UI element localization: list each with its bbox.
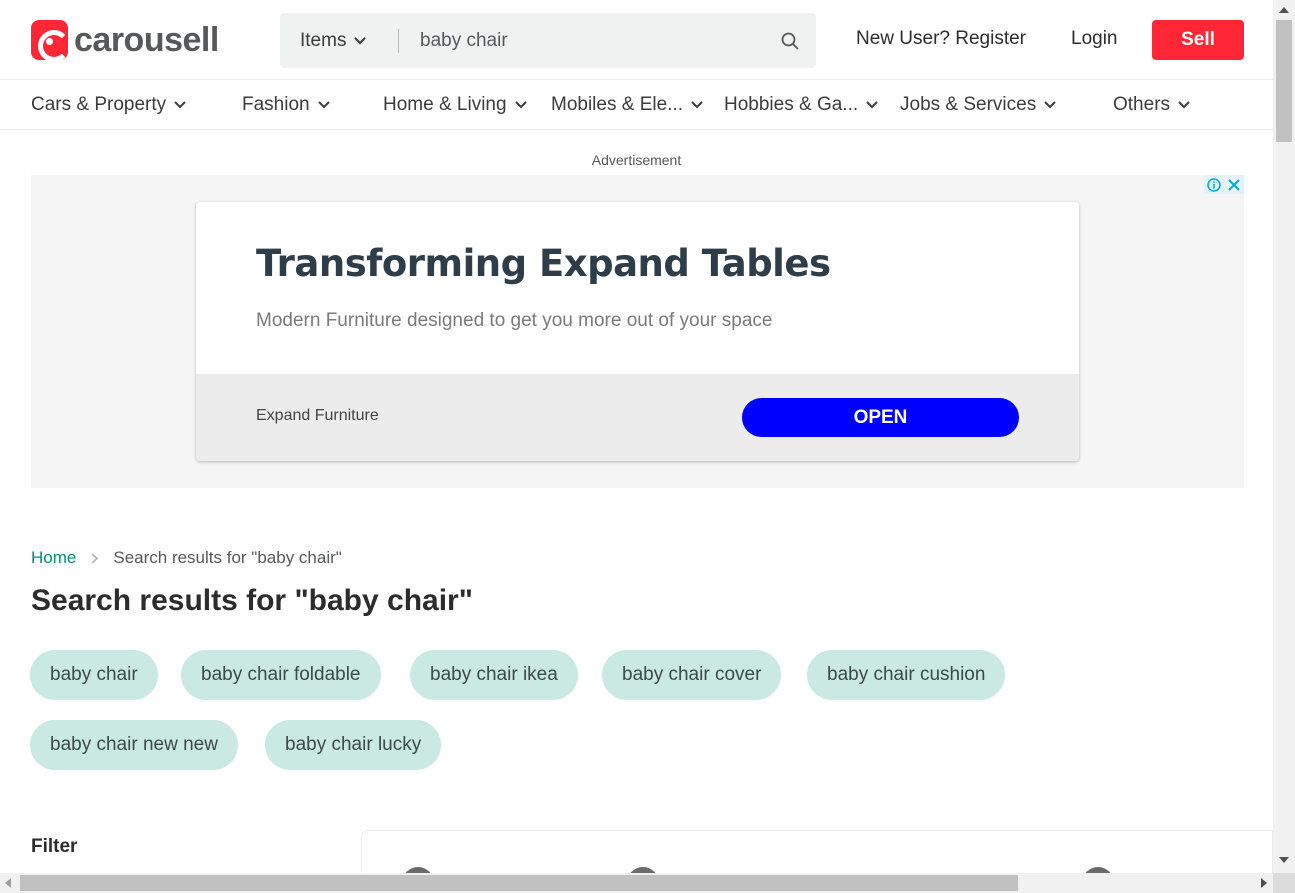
- scroll-left-icon[interactable]: [5, 878, 11, 888]
- chevron-down-icon: [1044, 101, 1056, 109]
- horizontal-scroll-thumb[interactable]: [20, 875, 1018, 891]
- logo-text: carousell: [74, 21, 219, 59]
- breadcrumb: Home Search results for "baby chair": [31, 548, 342, 568]
- category-cars-property[interactable]: Cars & Property: [31, 94, 186, 116]
- category-mobiles-electronics[interactable]: Mobiles & Ele...: [551, 94, 703, 116]
- search-input[interactable]: [420, 25, 760, 57]
- ad-controls: [1204, 175, 1244, 194]
- scroll-right-icon[interactable]: [1261, 878, 1267, 888]
- category-fashion[interactable]: Fashion: [242, 94, 330, 116]
- suggestion-chip[interactable]: baby chair cover: [602, 650, 782, 700]
- register-link[interactable]: New User? Register: [856, 28, 1026, 50]
- category-hobbies-games[interactable]: Hobbies & Ga...: [724, 94, 878, 116]
- chevron-down-icon: [317, 101, 330, 109]
- suggestion-chip[interactable]: baby chair lucky: [265, 720, 442, 770]
- scroll-up-icon[interactable]: [1279, 7, 1289, 13]
- category-label: Others: [1113, 94, 1171, 115]
- advertisement-label: Advertisement: [591, 152, 682, 168]
- category-label: Hobbies & Ga...: [724, 94, 859, 115]
- chevron-down-icon: [354, 36, 367, 44]
- category-label: Fashion: [242, 94, 310, 115]
- category-nav: Cars & Property Fashion Home & Living Mo…: [0, 80, 1273, 130]
- scroll-down-icon[interactable]: [1279, 857, 1289, 863]
- chevron-down-icon: [1178, 101, 1190, 109]
- login-link[interactable]: Login: [1071, 28, 1118, 50]
- category-home-living[interactable]: Home & Living: [383, 94, 527, 116]
- breadcrumb-home[interactable]: Home: [31, 548, 76, 568]
- ad-close-icon[interactable]: [1224, 175, 1244, 194]
- breadcrumb-current: Search results for "baby chair": [113, 548, 342, 567]
- category-label: Jobs & Services: [900, 94, 1037, 115]
- advertisement-banner: Transforming Expand Tables Modern Furnit…: [31, 175, 1244, 488]
- carousell-logo[interactable]: carousell: [31, 20, 219, 62]
- vertical-scroll-thumb[interactable]: [1276, 20, 1292, 142]
- horizontal-scrollbar[interactable]: [0, 873, 1273, 893]
- ad-title: Transforming Expand Tables: [256, 242, 831, 285]
- scrollbar-corner: [1273, 873, 1295, 893]
- ad-card[interactable]: Transforming Expand Tables Modern Furnit…: [196, 202, 1079, 461]
- category-jobs-services[interactable]: Jobs & Services: [900, 94, 1056, 116]
- chevron-down-icon: [691, 101, 703, 109]
- page-title: Search results for "baby chair": [31, 584, 473, 617]
- chevron-right-icon: [91, 552, 99, 564]
- sell-button[interactable]: Sell: [1152, 20, 1244, 60]
- ad-info-icon[interactable]: [1204, 175, 1224, 194]
- suggestion-chip[interactable]: baby chair ikea: [410, 650, 578, 700]
- ad-brand: Expand Furniture: [256, 407, 379, 424]
- ad-description: Modern Furniture designed to get you mor…: [256, 310, 773, 331]
- vertical-scrollbar[interactable]: [1273, 0, 1295, 873]
- search-category-dropdown[interactable]: Items: [300, 13, 367, 68]
- suggestion-chip[interactable]: baby chair: [30, 650, 158, 700]
- top-header: carousell Items New User? Register Login…: [0, 0, 1273, 80]
- category-others[interactable]: Others: [1113, 94, 1190, 116]
- category-label: Mobiles & Ele...: [551, 94, 683, 115]
- category-label: Cars & Property: [31, 94, 167, 115]
- ad-open-button[interactable]: OPEN: [742, 398, 1019, 437]
- suggestion-chip[interactable]: baby chair cushion: [807, 650, 1006, 700]
- chevron-down-icon: [514, 101, 527, 109]
- search-bar: Items: [280, 13, 816, 68]
- suggestion-chip[interactable]: baby chair foldable: [181, 650, 381, 700]
- search-divider: [398, 29, 399, 53]
- chevron-down-icon: [174, 101, 186, 109]
- category-label: Home & Living: [383, 94, 507, 115]
- ad-footer: Expand Furniture OPEN: [196, 374, 1079, 461]
- suggestion-chip[interactable]: baby chair new new: [30, 720, 238, 770]
- search-category-label: Items: [300, 29, 347, 51]
- logo-icon: [31, 20, 70, 62]
- chevron-down-icon: [866, 101, 878, 109]
- filter-heading: Filter: [31, 836, 78, 857]
- search-icon[interactable]: [780, 31, 800, 51]
